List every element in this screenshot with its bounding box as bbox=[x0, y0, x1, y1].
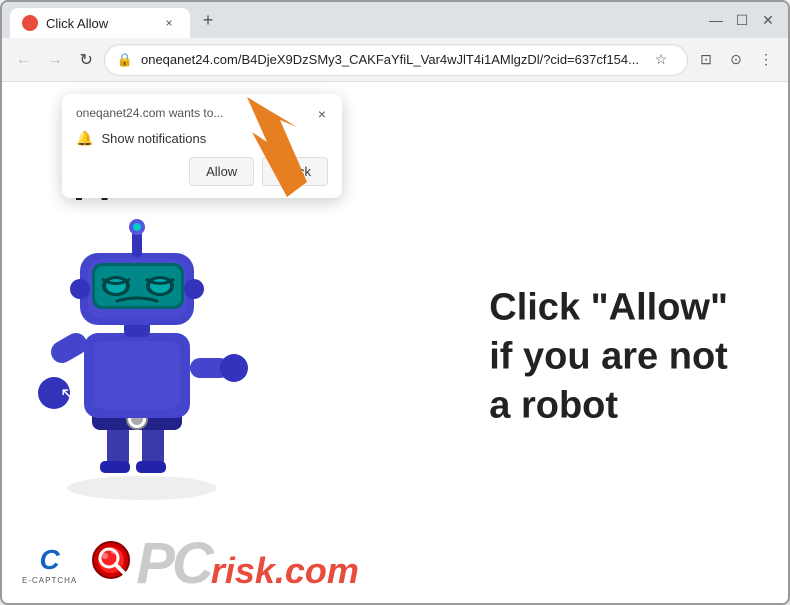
tab-area: Click Allow × + bbox=[10, 2, 692, 38]
address-icons: ☆ bbox=[647, 46, 675, 74]
tab-close-button[interactable]: × bbox=[160, 14, 178, 32]
tab-favicon bbox=[22, 15, 38, 31]
address-bar[interactable]: 🔒 oneqanet24.com/B4DjeX9DzSMy3_CAKFaYfiL… bbox=[104, 44, 688, 76]
maximize-button[interactable]: ☐ bbox=[730, 8, 754, 32]
pc-text: PC bbox=[136, 535, 211, 593]
lock-icon: 🔒 bbox=[117, 52, 133, 68]
main-text-line3: a robot bbox=[489, 382, 728, 431]
tab-title: Click Allow bbox=[46, 16, 152, 31]
pcrisk-icon bbox=[89, 538, 141, 590]
extensions-icon[interactable]: ⊡ bbox=[692, 46, 720, 74]
back-button[interactable]: ← bbox=[10, 44, 37, 76]
new-tab-button[interactable]: + bbox=[194, 6, 222, 34]
svg-text:↖: ↖ bbox=[60, 384, 75, 404]
account-icon[interactable]: ⊙ bbox=[722, 46, 750, 74]
ecaptcha-text: E-CAPTCHA bbox=[22, 576, 77, 585]
popup-show-notifications-text: Show notifications bbox=[101, 131, 206, 146]
ecaptcha-logo: C E-CAPTCHA bbox=[22, 544, 77, 585]
window-controls: — ☐ ✕ bbox=[704, 8, 780, 32]
arrow-icon bbox=[222, 92, 322, 202]
page-content: oneqanet24.com wants to... × 🔔 Show noti… bbox=[2, 82, 788, 603]
robot-container: ↖ bbox=[32, 183, 292, 523]
pcrisk-logo: C E-CAPTCHA bbox=[22, 535, 359, 593]
active-tab[interactable]: Click Allow × bbox=[10, 8, 190, 38]
main-text: Click "Allow" if you are not a robot bbox=[489, 283, 728, 431]
browser-window: Click Allow × + — ☐ ✕ ← → ↻ 🔒 oneqanet24… bbox=[0, 0, 790, 605]
reload-button[interactable]: ↻ bbox=[73, 44, 100, 76]
arrow-container bbox=[222, 92, 322, 207]
menu-icon[interactable]: ⋮ bbox=[752, 46, 780, 74]
main-text-line1: Click "Allow" bbox=[489, 283, 728, 332]
navigation-bar: ← → ↻ 🔒 oneqanet24.com/B4DjeX9DzSMy3_CAK… bbox=[2, 38, 788, 82]
bookmark-icon[interactable]: ☆ bbox=[647, 46, 675, 74]
bell-icon: 🔔 bbox=[76, 130, 93, 147]
title-bar: Click Allow × + — ☐ ✕ bbox=[2, 2, 788, 38]
forward-button[interactable]: → bbox=[41, 44, 68, 76]
minimize-button[interactable]: — bbox=[704, 8, 728, 32]
pcrisk-text-container: PCrisk.com bbox=[136, 535, 359, 593]
main-text-line2: if you are not bbox=[489, 333, 728, 382]
address-text: oneqanet24.com/B4DjeX9DzSMy3_CAKFaYfiL_V… bbox=[141, 52, 639, 67]
risk-text: risk.com bbox=[211, 553, 359, 589]
robot-illustration: ↖ bbox=[32, 183, 252, 503]
close-button[interactable]: ✕ bbox=[756, 8, 780, 32]
c-logo: C bbox=[40, 544, 60, 576]
toolbar-icons: ⊡ ⊙ ⋮ bbox=[692, 46, 780, 74]
